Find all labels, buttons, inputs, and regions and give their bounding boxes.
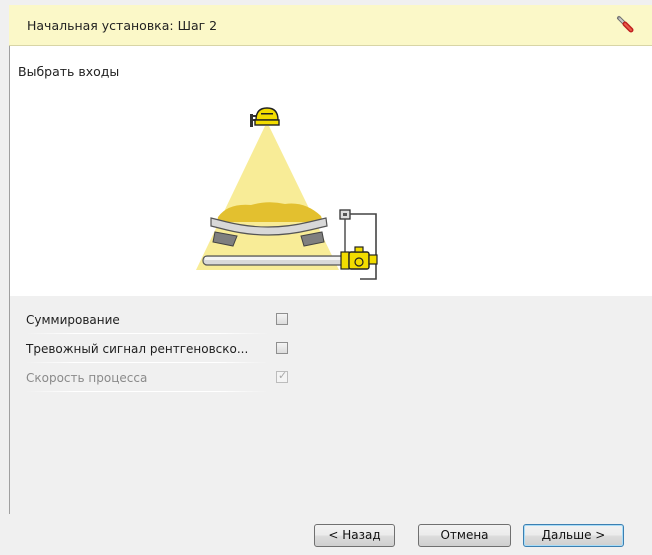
input-selection-area: Выбрать входы [10,46,652,296]
option-label: Суммирование [26,313,120,327]
gauge-illustration [196,107,378,280]
row-divider [26,362,269,363]
option-row-xray-alarm[interactable]: Тревожный сигнал рентгеновско... [10,337,652,363]
option-row-process-speed: Скорость процесса ✓ [10,366,652,392]
option-row-totalizer[interactable]: Суммирование [10,308,652,334]
process-speed-checkbox: ✓ [276,369,288,383]
input-options-list: Суммирование Тревожный сигнал рентгеновс… [10,296,652,514]
xray-alarm-checkbox[interactable] [276,342,288,354]
section-label: Выбрать входы [18,64,120,79]
back-button[interactable]: < Назад [314,524,395,547]
option-label: Скорость процесса [26,371,148,385]
detector-head [340,246,378,270]
wizard-footer: < Назад Отмена Дальше > [0,514,652,555]
wrench-icon [615,15,635,35]
row-divider [26,333,269,334]
wizard-header: Начальная установка: Шаг 2 [9,5,652,46]
source-icon [250,107,280,127]
radiation-beam [196,126,339,270]
totalizer-checkbox[interactable] [276,313,288,325]
option-label: Тревожный сигнал рентгеновско... [26,342,249,356]
row-divider [26,391,269,392]
wizard-content: Выбрать входы Суммирование Тревожный сиг… [9,46,652,514]
checkmark-icon: ✓ [278,369,288,382]
next-button[interactable]: Дальше > [523,524,624,547]
cancel-button[interactable]: Отмена [418,524,511,547]
wizard-title: Начальная установка: Шаг 2 [27,18,218,33]
